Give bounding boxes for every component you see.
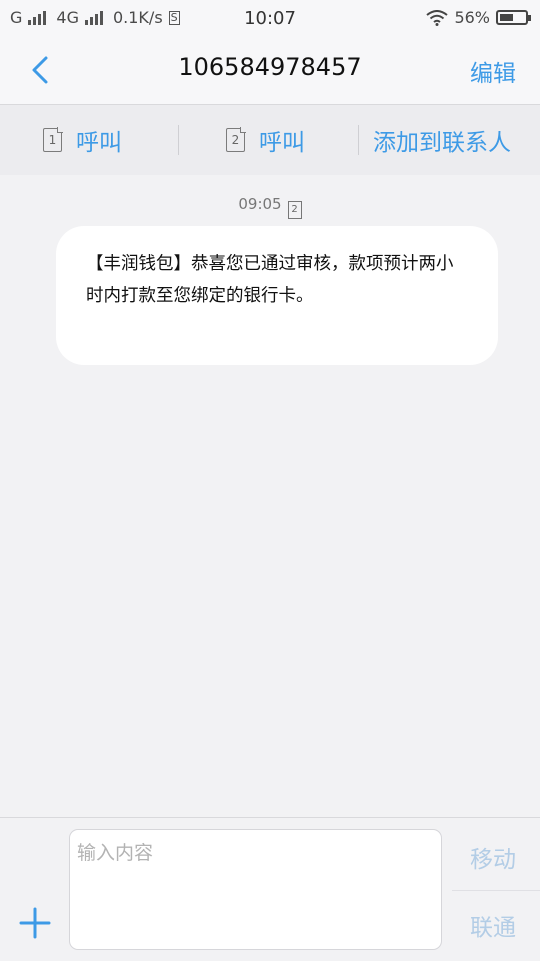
title-bar: 106584978457 编辑	[0, 36, 540, 105]
message-list[interactable]: 09:05 2 【丰润钱包】恭喜您已通过审核，款项预计两小时内打款至您绑定的银行卡…	[0, 175, 540, 817]
send-mobile-button[interactable]: 移动	[470, 840, 516, 874]
sim2-icon: 2	[287, 201, 302, 219]
action-bar: 1 呼叫 2 呼叫 添加到联系人	[0, 105, 540, 175]
divider	[452, 890, 540, 891]
add-contact-label: 添加到联系人	[373, 130, 511, 156]
page-title: 106584978457	[178, 53, 362, 81]
edit-button[interactable]: 编辑	[470, 54, 516, 88]
status-right: 56%	[426, 8, 531, 27]
plus-icon[interactable]	[16, 904, 54, 942]
call-sim2-button[interactable]: 2 呼叫	[226, 105, 305, 175]
message-text: 【丰润钱包】恭喜您已通过审核，款项预计两小时内打款至您绑定的银行卡。	[86, 254, 454, 306]
call-sim1-button[interactable]: 1 呼叫	[43, 105, 122, 175]
status-bar: G 4G 0.1K/s S 10:07 56%	[0, 0, 540, 36]
timestamp-text: 09:05	[238, 195, 282, 213]
sim1-icon: 1	[43, 128, 62, 152]
message-input[interactable]	[69, 829, 442, 950]
message-timestamp: 09:05 2	[0, 195, 540, 219]
sim2-icon: 2	[226, 128, 245, 152]
battery-percent: 56%	[454, 8, 490, 27]
wifi-icon	[426, 9, 449, 26]
send-unicom-button[interactable]: 联通	[470, 908, 516, 942]
divider	[358, 125, 359, 155]
call-label: 呼叫	[259, 130, 305, 156]
add-contact-button[interactable]: 添加到联系人	[373, 105, 511, 175]
call-label: 呼叫	[76, 130, 122, 156]
message-bubble[interactable]: 【丰润钱包】恭喜您已通过审核，款项预计两小时内打款至您绑定的银行卡。	[56, 226, 498, 365]
composer: 移动 联通	[0, 817, 540, 961]
divider	[178, 125, 179, 155]
battery-icon	[496, 10, 531, 25]
